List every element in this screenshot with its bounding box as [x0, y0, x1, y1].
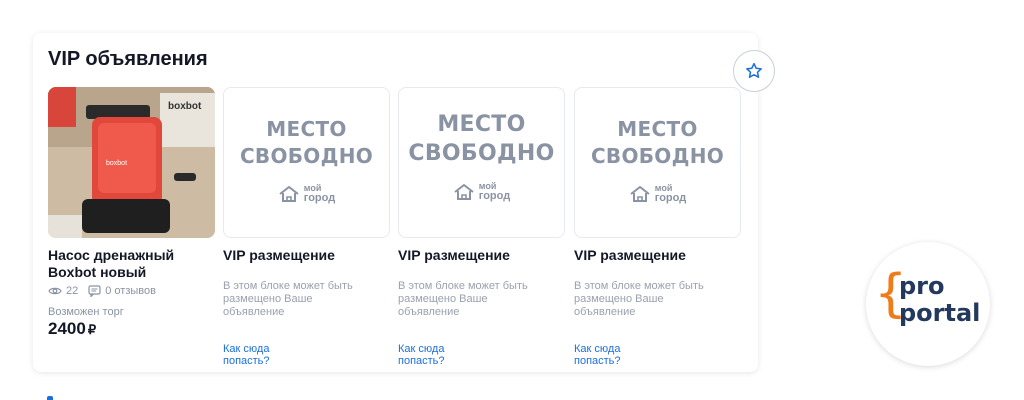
box-brand-text: boxbot	[168, 101, 202, 112]
views-count: 22	[66, 285, 79, 297]
house-icon	[454, 184, 474, 200]
vip-slot[interactable]: МЕСТО СВОБОДНО мой город VIP размещение …	[574, 87, 741, 319]
scroll-indicator	[47, 396, 53, 400]
comment-icon	[88, 285, 101, 297]
eye-icon	[48, 286, 62, 296]
price-value: 2400	[48, 319, 86, 338]
favorite-button[interactable]	[733, 50, 775, 92]
vip-listings-card: VIP объявления boxbot boxbot Насос дрена…	[33, 33, 775, 372]
vip-slot-description: В этом блоке может быть размещено Ваше о…	[574, 280, 704, 318]
bargain-label: Возможен торг	[48, 306, 124, 318]
vip-slot-description: В этом блоке может быть размещено Ваше о…	[223, 280, 353, 318]
vip-slot-placeholder[interactable]: МЕСТО СВОБОДНО мой город	[398, 87, 565, 238]
how-to-get-here-link[interactable]: Как сюда попасть?	[223, 343, 270, 367]
pump-brand-text: boxbot	[106, 160, 127, 167]
vip-slot-title: VIP размещение	[574, 247, 686, 263]
house-icon	[630, 186, 650, 202]
moy-gorod-logo: мой город	[278, 184, 335, 204]
placeholder-text: МЕСТО СВОБОДНО	[408, 112, 555, 166]
proportal-badge[interactable]: { pro portal	[866, 242, 990, 366]
vip-slot-description: В этом блоке может быть размещено Ваше о…	[398, 280, 528, 318]
star-icon	[746, 62, 762, 78]
vip-slot-placeholder[interactable]: МЕСТО СВОБОДНО мой город	[574, 87, 741, 238]
listing-price: 2400 ₽	[48, 319, 215, 339]
moy-gorod-logo: мой город	[629, 184, 686, 204]
listing-photo[interactable]: boxbot boxbot	[48, 87, 215, 238]
vip-slot-title: VIP размещение	[398, 247, 510, 263]
house-icon	[279, 186, 299, 202]
pump-image: boxbot boxbot	[48, 87, 215, 238]
currency-symbol: ₽	[87, 322, 97, 337]
listing-card[interactable]: boxbot boxbot Насос дренажный Boxbot нов…	[48, 87, 215, 339]
proportal-logo-text: pro portal	[899, 272, 981, 327]
how-to-get-here-link[interactable]: Как сюда попасть?	[398, 343, 445, 367]
vip-slot-placeholder[interactable]: МЕСТО СВОБОДНО мой город	[223, 87, 390, 238]
listing-title[interactable]: Насос дренажный Boxbot новый	[48, 247, 215, 281]
vip-slot[interactable]: МЕСТО СВОБОДНО мой город VIP размещение …	[223, 87, 390, 319]
listing-stats: 22 0 отзывов	[48, 285, 215, 297]
vip-slot-title: VIP размещение	[223, 247, 335, 263]
vip-slot[interactable]: МЕСТО СВОБОДНО мой город VIP размещение …	[398, 87, 565, 319]
how-to-get-here-link[interactable]: Как сюда попасть?	[574, 343, 621, 367]
placeholder-text: МЕСТО СВОБОДНО	[239, 117, 374, 168]
placeholder-text: МЕСТО СВОБОДНО	[590, 117, 725, 168]
section-title: VIP объявления	[48, 48, 208, 70]
reviews-count: 0 отзывов	[105, 285, 156, 297]
moy-gorod-logo: мой город	[453, 182, 510, 202]
